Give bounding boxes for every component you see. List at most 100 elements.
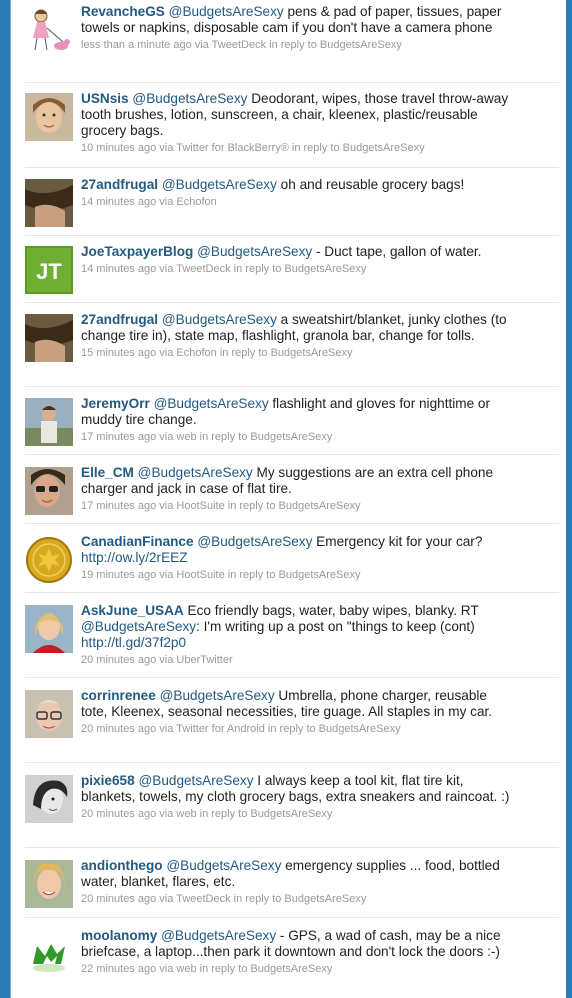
bw-woman-avatar[interactable] — [25, 775, 73, 823]
tweet-content: JeremyOrr @BudgetsAreSexy flashlight and… — [81, 396, 511, 444]
tweet-time[interactable]: 20 minutes ago — [81, 654, 156, 666]
tweet-mention[interactable]: @BudgetsAreSexy — [132, 91, 247, 106]
tweet-reply[interactable]: in reply to BudgetsAreSexy — [269, 39, 402, 51]
tweet-reply[interactable]: in reply to BudgetsAreSexy — [228, 500, 361, 512]
tweet-meta: 17 minutes ago via HootSuite in reply to… — [81, 499, 511, 513]
cartoon-girl-dog-avatar[interactable] — [25, 6, 73, 54]
green-m-logo-avatar[interactable] — [25, 930, 73, 978]
hair-closeup-avatar[interactable] — [25, 314, 73, 362]
tweet-via[interactable]: via Twitter for BlackBerry® — [159, 142, 289, 154]
tweet-reply[interactable]: in reply to BudgetsAreSexy — [200, 808, 333, 820]
svg-text:JT: JT — [36, 259, 62, 284]
tweet-username[interactable]: RevancheGS — [81, 4, 165, 19]
gold-coin-avatar[interactable] — [25, 536, 73, 584]
tweet-time[interactable]: less than a minute ago — [81, 39, 192, 51]
tweet-item: RevancheGS @BudgetsAreSexy pens & pad of… — [25, 4, 559, 83]
tweet-meta: 14 minutes ago via TweetDeck in reply to… — [81, 262, 511, 276]
tweet-content: corrinrenee @BudgetsAreSexy Umbrella, ph… — [81, 688, 511, 736]
tweet-mention[interactable]: @BudgetsAreSexy — [138, 465, 253, 480]
tweet-username[interactable]: USNsis — [81, 91, 129, 106]
tweet-via[interactable]: via Echofon — [159, 347, 216, 359]
tweet-via[interactable]: via TweetDeck — [159, 263, 230, 275]
tweet-time[interactable]: 20 minutes ago — [81, 723, 156, 735]
tweet-via[interactable]: via Twitter for Android — [159, 723, 265, 735]
tweet-content: AskJune_USAA Eco friendly bags, water, b… — [81, 603, 511, 667]
tweet-mention[interactable]: @BudgetsAreSexy — [138, 773, 253, 788]
tweet-username[interactable]: 27andfrugal — [81, 177, 158, 192]
tweet-time[interactable]: 17 minutes ago — [81, 431, 156, 443]
woman-glasses-avatar[interactable] — [25, 690, 73, 738]
tweet-meta: less than a minute ago via TweetDeck in … — [81, 38, 511, 52]
tweet-reply[interactable]: in reply to BudgetsAreSexy — [292, 142, 425, 154]
tweet-content: 27andfrugal @BudgetsAreSexy a sweatshirt… — [81, 312, 511, 360]
tweet-username[interactable]: Elle_CM — [81, 465, 134, 480]
tweet-mention[interactable]: @BudgetsAreSexy — [160, 688, 275, 703]
tweet-username[interactable]: JoeTaxpayerBlog — [81, 244, 193, 259]
tweet-time[interactable]: 19 minutes ago — [81, 569, 156, 581]
tweet-link[interactable]: http://ow.ly/2rEEZ — [81, 550, 511, 566]
tweet-time[interactable]: 14 minutes ago — [81, 263, 156, 275]
tweet-item: USNsis @BudgetsAreSexy Deodorant, wipes,… — [25, 91, 559, 168]
tweet-reply[interactable]: in reply to BudgetsAreSexy — [200, 963, 333, 975]
tweet-content: Elle_CM @BudgetsAreSexy My suggestions a… — [81, 465, 511, 513]
tweet-via[interactable]: via HootSuite — [159, 569, 224, 581]
tweet-via[interactable]: via web — [159, 808, 196, 820]
tweet-text: Emergency kit for your car? — [312, 534, 483, 549]
tweet-mention[interactable]: @BudgetsAreSexy — [81, 619, 196, 634]
tweet-mention[interactable]: @BudgetsAreSexy — [162, 177, 277, 192]
tweet-item: andionthego @BudgetsAreSexy emergency su… — [25, 858, 559, 918]
tweet-time[interactable]: 15 minutes ago — [81, 347, 156, 359]
tweet-text: - Duct tape, gallon of water. — [312, 244, 482, 259]
woman-portrait-avatar[interactable] — [25, 93, 73, 141]
tweet-username[interactable]: corrinrenee — [81, 688, 156, 703]
tweet-mention[interactable]: @BudgetsAreSexy — [161, 928, 276, 943]
tweet-time[interactable]: 17 minutes ago — [81, 500, 156, 512]
tweet-reply[interactable]: in reply to BudgetsAreSexy — [200, 431, 333, 443]
hair-closeup-avatar[interactable] — [25, 179, 73, 227]
tweet-reply[interactable]: in reply to BudgetsAreSexy — [228, 569, 361, 581]
woman-sunglasses-avatar[interactable] — [25, 467, 73, 515]
tweet-username[interactable]: moolanomy — [81, 928, 157, 943]
tweet-content: andionthego @BudgetsAreSexy emergency su… — [81, 858, 511, 906]
tweet-username[interactable]: JeremyOrr — [81, 396, 150, 411]
tweet-time[interactable]: 22 minutes ago — [81, 963, 156, 975]
tweet-meta: 10 minutes ago via Twitter for BlackBerr… — [81, 141, 511, 155]
tweet-via[interactable]: via HootSuite — [159, 500, 224, 512]
tweet-via[interactable]: via UberTwitter — [159, 654, 232, 666]
tweet-mention[interactable]: @BudgetsAreSexy — [197, 244, 312, 259]
tweet-item: pixie658 @BudgetsAreSexy I always keep a… — [25, 773, 559, 848]
jt-logo-avatar[interactable]: JT — [25, 246, 73, 294]
scrollbar-strip[interactable] — [566, 0, 572, 998]
tweet-reply[interactable]: in reply to BudgetsAreSexy — [234, 263, 367, 275]
tweet-mention[interactable]: @BudgetsAreSexy — [169, 4, 284, 19]
tweet-username[interactable]: 27andfrugal — [81, 312, 158, 327]
tweet-content: 27andfrugal @BudgetsAreSexy oh and reusa… — [81, 177, 511, 209]
tweet-meta: 22 minutes ago via web in reply to Budge… — [81, 962, 511, 976]
tweet-reply[interactable]: in reply to BudgetsAreSexy — [220, 347, 353, 359]
tweet-username[interactable]: pixie658 — [81, 773, 135, 788]
tweet-mention[interactable]: @BudgetsAreSexy — [154, 396, 269, 411]
tweet-content: pixie658 @BudgetsAreSexy I always keep a… — [81, 773, 511, 821]
tweet-mention[interactable]: @BudgetsAreSexy — [162, 312, 277, 327]
smiling-woman-avatar[interactable] — [25, 860, 73, 908]
tweet-time[interactable]: 10 minutes ago — [81, 142, 156, 154]
tweet-via[interactable]: via web — [159, 963, 196, 975]
blonde-woman-avatar[interactable] — [25, 605, 73, 653]
tweet-link[interactable]: http://tl.gd/37f2p0 — [81, 635, 511, 651]
tweet-via[interactable]: via TweetDeck — [195, 39, 266, 51]
tweet-time[interactable]: 20 minutes ago — [81, 893, 156, 905]
tweet-username[interactable]: andionthego — [81, 858, 163, 873]
tweet-mention[interactable]: @BudgetsAreSexy — [166, 858, 281, 873]
tweet-via[interactable]: via TweetDeck — [159, 893, 230, 905]
tweet-username[interactable]: CanadianFinance — [81, 534, 194, 549]
tweet-time[interactable]: 14 minutes ago — [81, 196, 156, 208]
tweet-time[interactable]: 20 minutes ago — [81, 808, 156, 820]
man-outdoor-avatar[interactable] — [25, 398, 73, 446]
tweet-item: 27andfrugal @BudgetsAreSexy oh and reusa… — [25, 177, 559, 236]
tweet-mention[interactable]: @BudgetsAreSexy — [197, 534, 312, 549]
tweet-via[interactable]: via web — [159, 431, 196, 443]
tweet-reply[interactable]: in reply to BudgetsAreSexy — [234, 893, 367, 905]
tweet-via[interactable]: via Echofon — [159, 196, 216, 208]
tweet-reply[interactable]: in reply to BudgetsAreSexy — [268, 723, 401, 735]
tweet-username[interactable]: AskJune_USAA — [81, 603, 184, 618]
